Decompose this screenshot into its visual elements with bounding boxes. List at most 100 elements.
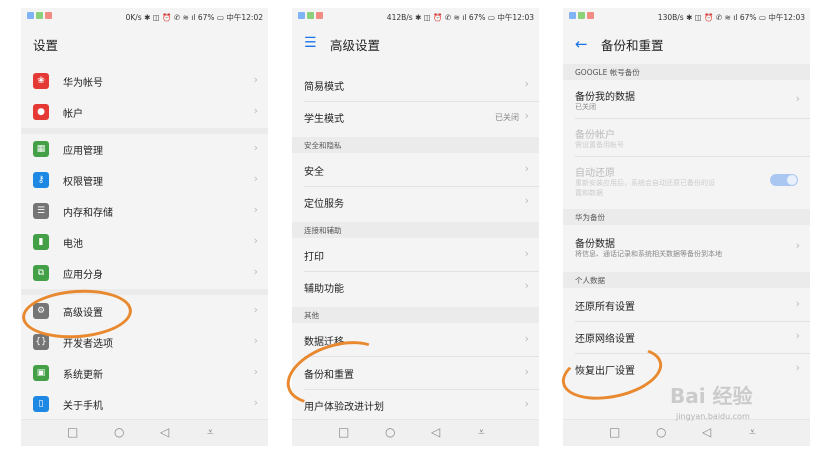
- item-label: 应用分身: [63, 270, 103, 281]
- chevron-right-icon: ›: [524, 109, 529, 122]
- item-label: 系统更新: [63, 370, 103, 381]
- chevron-right-icon: ›: [524, 162, 529, 175]
- item-label: 权限管理: [63, 177, 103, 188]
- chevron-right-icon: ›: [253, 265, 258, 278]
- notification-pull-icon[interactable]: ⩡: [207, 425, 214, 440]
- settings-item-huawei-account[interactable]: ❀ 华为帐号 ›: [21, 66, 268, 97]
- chevron-right-icon: ›: [253, 396, 258, 409]
- item-location[interactable]: 定位服务 ›: [292, 187, 539, 218]
- settings-item-account[interactable]: ● 帐户 ›: [21, 97, 268, 128]
- home-icon[interactable]: ○: [656, 425, 666, 439]
- item-backup-my-data[interactable]: 备份我的数据 已关闭 ›: [563, 82, 810, 118]
- recents-icon[interactable]: □: [67, 425, 78, 439]
- chevron-right-icon: ›: [524, 194, 529, 207]
- settings-item-about-phone[interactable]: ▯ 关于手机 ›: [21, 389, 268, 420]
- settings-item-permissions[interactable]: ⚷ 权限管理 ›: [21, 165, 268, 196]
- braces-icon: {}: [33, 334, 49, 350]
- status-battery: 67%: [739, 13, 757, 22]
- back-icon[interactable]: ◁: [431, 425, 440, 439]
- item-accessibility[interactable]: 辅助功能 ›: [292, 272, 539, 303]
- settings-item-app-management[interactable]: ▦ 应用管理 ›: [21, 134, 268, 165]
- back-icon[interactable]: ◁: [702, 425, 711, 439]
- huawei-icon: ❀: [33, 73, 49, 89]
- chevron-right-icon: ›: [524, 365, 529, 378]
- item-sublabel: 重新安装应用后，系统会自动还原已备份的设: [575, 179, 715, 187]
- status-time: 中午12:03: [768, 13, 805, 22]
- chevron-right-icon: ›: [795, 361, 800, 374]
- status-speed: 130B/s: [657, 13, 684, 22]
- item-label: 还原网络设置: [575, 334, 635, 345]
- chevron-right-icon: ›: [524, 279, 529, 292]
- item-label: 应用管理: [63, 146, 103, 157]
- chevron-right-icon: ›: [253, 141, 258, 154]
- item-reset-all-settings[interactable]: 还原所有设置 ›: [563, 290, 810, 321]
- chevron-right-icon: ›: [795, 92, 800, 105]
- section-header: 安全和隐私: [292, 137, 539, 153]
- status-time: 中午12:03: [497, 13, 534, 22]
- item-sublabel: 置和数据: [575, 189, 603, 197]
- item-label: 电池: [63, 239, 83, 250]
- page-title: 设置: [33, 38, 59, 53]
- auto-restore-toggle[interactable]: [770, 174, 798, 186]
- home-icon[interactable]: ○: [385, 425, 395, 439]
- status-speed: 412B/s: [386, 13, 413, 22]
- status-bar: 412B/s ✱ ◫ ⏰ ✆ ≋ ıl 67% ▭ 中午12:03: [292, 8, 539, 26]
- key-icon: ⚷: [33, 172, 49, 188]
- section-header: 连接和辅助: [292, 222, 539, 238]
- section-header: GOOGLE 帐号备份: [563, 64, 810, 80]
- item-reset-network[interactable]: 还原网络设置 ›: [563, 322, 810, 353]
- page-title: 高级设置: [330, 38, 381, 53]
- chevron-right-icon: ›: [524, 247, 529, 260]
- item-label: 备份我的数据: [575, 92, 635, 103]
- item-label: 备份数据: [575, 239, 615, 250]
- item-label: 帐户: [63, 109, 83, 120]
- item-label: 简易模式: [304, 82, 344, 93]
- notification-pull-icon[interactable]: ⩡: [478, 425, 485, 440]
- settings-item-storage[interactable]: ☰ 内存和存储 ›: [21, 196, 268, 227]
- settings-item-battery[interactable]: ▮ 电池 ›: [21, 227, 268, 258]
- battery-icon: ▮: [33, 234, 49, 250]
- item-security[interactable]: 安全 ›: [292, 155, 539, 186]
- chevron-right-icon: ›: [253, 172, 258, 185]
- item-label: 内存和存储: [63, 208, 113, 219]
- chevron-right-icon: ›: [795, 297, 800, 310]
- item-label: 还原所有设置: [575, 302, 635, 313]
- chevron-right-icon: ›: [253, 303, 258, 316]
- app-header: ← 备份和重置: [563, 26, 810, 62]
- item-backup-account: 备份帐户 需设置备用帐号: [563, 120, 810, 156]
- section-header: 华为备份: [563, 209, 810, 225]
- item-label: 自动还原: [575, 168, 615, 179]
- notification-pull-icon[interactable]: ⩡: [749, 425, 756, 440]
- item-print[interactable]: 打印 ›: [292, 240, 539, 271]
- recents-icon[interactable]: □: [609, 425, 620, 439]
- app-header: ☰ 高级设置: [292, 26, 539, 62]
- menu-icon[interactable]: ☰: [304, 35, 317, 51]
- update-icon: ▣: [33, 365, 49, 381]
- back-arrow-icon[interactable]: ←: [575, 35, 588, 53]
- home-icon[interactable]: ○: [114, 425, 124, 439]
- item-label: 学生模式: [304, 114, 344, 125]
- chevron-right-icon: ›: [253, 73, 258, 86]
- section-header: 个人数据: [563, 272, 810, 288]
- item-label: 打印: [304, 252, 324, 263]
- chevron-right-icon: ›: [253, 234, 258, 247]
- back-icon[interactable]: ◁: [160, 425, 169, 439]
- chevron-right-icon: ›: [795, 329, 800, 342]
- app-header: 设置: [21, 26, 268, 62]
- item-simple-mode[interactable]: 简易模式 ›: [292, 70, 539, 101]
- settings-screen: 0K/s ✱ ◫ ⏰ ✆ ≋ ıl 67% ▭ 中午12:02 设置 ❀ 华为帐…: [21, 8, 268, 446]
- item-student-mode[interactable]: 学生模式 已关闭 ›: [292, 102, 539, 133]
- item-label: 定位服务: [304, 199, 344, 210]
- settings-item-system-update[interactable]: ▣ 系统更新 ›: [21, 358, 268, 389]
- clone-icon: ⧉: [33, 265, 49, 281]
- item-label: 辅助功能: [304, 284, 344, 295]
- status-speed: 0K/s: [125, 13, 142, 22]
- baidu-watermark: Bai 经验: [670, 384, 753, 408]
- storage-icon: ☰: [33, 203, 49, 219]
- item-label: 华为帐号: [63, 78, 103, 89]
- item-backup-data[interactable]: 备份数据 将信息、通话记录和系统相关数据等备份到本地 ›: [563, 227, 810, 267]
- apps-icon: ▦: [33, 141, 49, 157]
- recents-icon[interactable]: □: [338, 425, 349, 439]
- item-label: 安全: [304, 167, 324, 178]
- settings-item-app-twin[interactable]: ⧉ 应用分身 ›: [21, 258, 268, 289]
